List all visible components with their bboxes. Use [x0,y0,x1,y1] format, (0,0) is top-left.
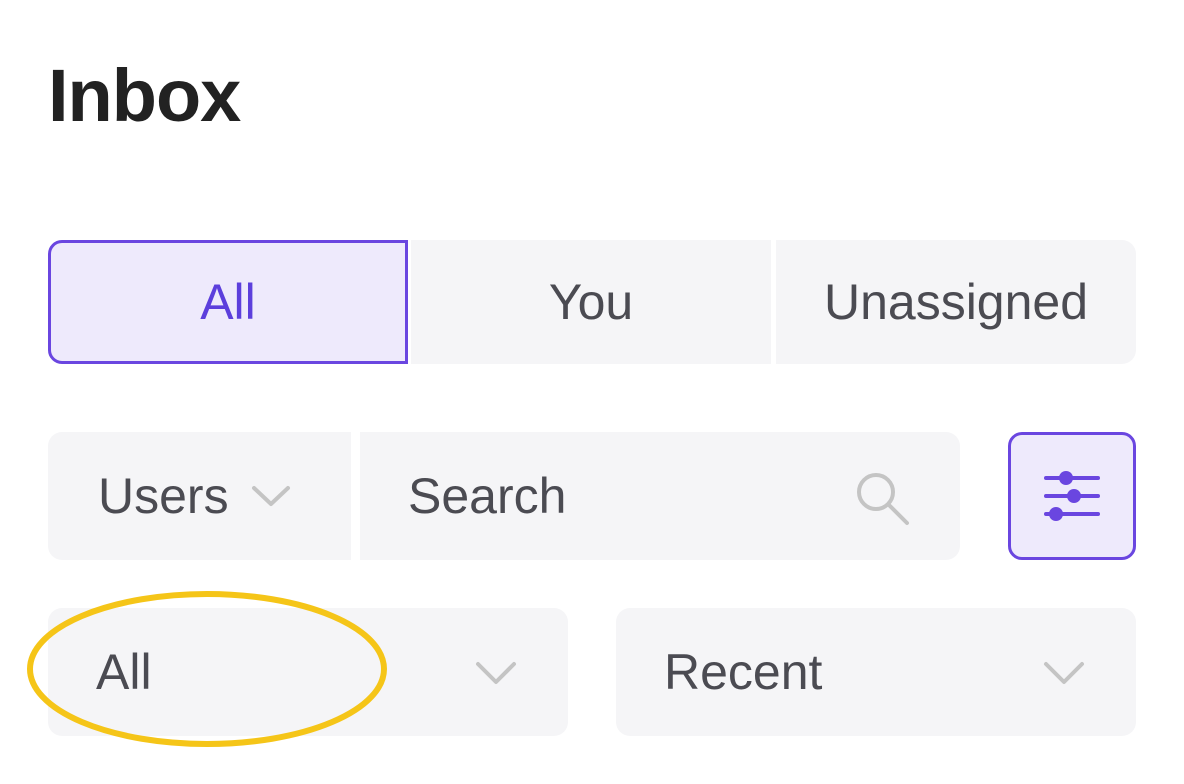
status-dropdown-value: All [96,644,152,700]
search-input[interactable] [360,432,840,560]
chevron-down-icon [1044,662,1084,684]
sort-dropdown[interactable]: Recent [616,608,1136,736]
status-dropdown[interactable]: All [48,608,568,736]
tab-unassigned[interactable]: Unassigned [776,240,1136,364]
filter-button[interactable] [1008,432,1136,560]
inbox-panel: Inbox All You Unassigned Users All [0,0,1184,784]
sliders-icon [1044,471,1100,521]
tab-you[interactable]: You [411,240,771,364]
users-dropdown-label: Users [98,468,229,524]
chevron-down-icon [251,486,290,506]
tab-bar: All You Unassigned [48,240,1136,364]
page-title: Inbox [48,54,241,137]
sort-dropdown-value: Recent [664,644,823,700]
search-icon[interactable] [852,468,912,528]
chevron-down-icon [476,662,516,684]
users-dropdown[interactable]: Users [48,432,351,560]
tab-all[interactable]: All [48,240,408,364]
